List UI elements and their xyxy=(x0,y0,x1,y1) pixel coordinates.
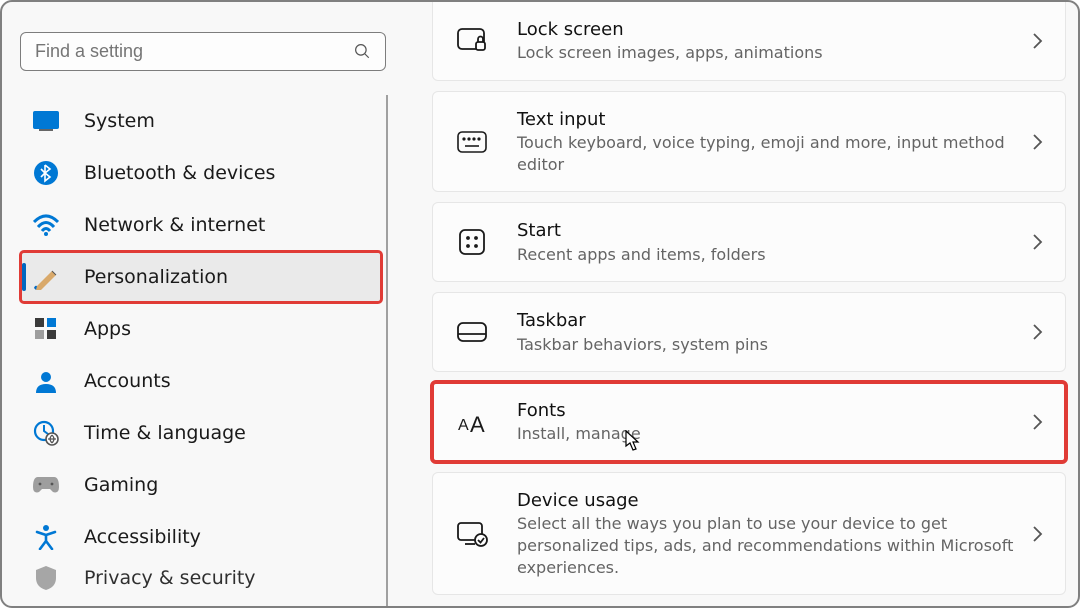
sidebar-item-label: Network & internet xyxy=(84,214,265,236)
card-text: Device usage Select all the ways you pla… xyxy=(517,489,1020,578)
accessibility-icon xyxy=(32,523,60,551)
personalization-icon xyxy=(32,263,60,291)
chevron-right-icon xyxy=(1032,32,1043,50)
sidebar-item-label: Bluetooth & devices xyxy=(84,162,275,184)
sidebar-item-label: Time & language xyxy=(84,422,246,444)
sidebar-item-label: Accessibility xyxy=(84,526,201,548)
settings-content: Lock screen Lock screen images, apps, an… xyxy=(402,2,1078,606)
card-text: Lock screen Lock screen images, apps, an… xyxy=(517,18,1020,64)
card-title: Text input xyxy=(517,108,1020,132)
start-icon xyxy=(455,225,489,259)
card-text: Text input Touch keyboard, voice typing,… xyxy=(517,108,1020,175)
system-icon xyxy=(32,107,60,135)
sidebar-item-label: Apps xyxy=(84,318,131,340)
gaming-icon xyxy=(32,471,60,499)
accounts-icon xyxy=(32,367,60,395)
card-desc: Install, manage xyxy=(517,423,1020,445)
sidebar-item-network[interactable]: Network & internet xyxy=(20,199,382,251)
card-title: Start xyxy=(517,219,1020,243)
text-input-icon xyxy=(455,125,489,159)
chevron-right-icon xyxy=(1032,323,1043,341)
sidebar-item-gaming[interactable]: Gaming xyxy=(20,459,382,511)
settings-window: System Bluetooth & devices Network & int… xyxy=(0,0,1080,608)
lock-screen-icon xyxy=(455,24,489,58)
sidebar-item-system[interactable]: System xyxy=(20,95,382,147)
search-icon xyxy=(353,42,371,60)
card-title: Fonts xyxy=(517,399,1020,423)
sidebar: System Bluetooth & devices Network & int… xyxy=(2,2,402,606)
svg-text:A: A xyxy=(470,412,485,436)
fonts-icon: AA xyxy=(455,405,489,439)
card-start[interactable]: Start Recent apps and items, folders xyxy=(432,202,1066,282)
taskbar-icon xyxy=(455,315,489,349)
device-usage-icon xyxy=(455,517,489,551)
card-text: Taskbar Taskbar behaviors, system pins xyxy=(517,309,1020,355)
card-text: Fonts Install, manage xyxy=(517,399,1020,445)
chevron-right-icon xyxy=(1032,525,1043,543)
card-desc: Lock screen images, apps, animations xyxy=(517,42,1020,64)
network-icon xyxy=(32,211,60,239)
chevron-right-icon xyxy=(1032,233,1043,251)
card-desc: Recent apps and items, folders xyxy=(517,244,1020,266)
privacy-icon xyxy=(32,564,60,592)
card-device-usage[interactable]: Device usage Select all the ways you pla… xyxy=(432,472,1066,595)
apps-icon xyxy=(32,315,60,343)
card-title: Device usage xyxy=(517,489,1020,513)
search-box[interactable] xyxy=(20,32,386,71)
card-desc: Touch keyboard, voice typing, emoji and … xyxy=(517,132,1020,175)
card-fonts[interactable]: AA Fonts Install, manage xyxy=(432,382,1066,462)
card-taskbar[interactable]: Taskbar Taskbar behaviors, system pins xyxy=(432,292,1066,372)
card-desc: Select all the ways you plan to use your… xyxy=(517,513,1020,578)
sidebar-nav: System Bluetooth & devices Network & int… xyxy=(20,95,388,606)
time-language-icon xyxy=(32,419,60,447)
svg-text:A: A xyxy=(458,417,469,434)
sidebar-item-accounts[interactable]: Accounts xyxy=(20,355,382,407)
sidebar-item-time-language[interactable]: Time & language xyxy=(20,407,382,459)
sidebar-item-label: Personalization xyxy=(84,266,228,288)
card-title: Taskbar xyxy=(517,309,1020,333)
sidebar-item-accessibility[interactable]: Accessibility xyxy=(20,511,382,563)
sidebar-item-bluetooth[interactable]: Bluetooth & devices xyxy=(20,147,382,199)
sidebar-item-apps[interactable]: Apps xyxy=(20,303,382,355)
chevron-right-icon xyxy=(1032,413,1043,431)
sidebar-item-personalization[interactable]: Personalization xyxy=(20,251,382,303)
search-input[interactable] xyxy=(35,41,353,62)
card-text-input[interactable]: Text input Touch keyboard, voice typing,… xyxy=(432,91,1066,192)
sidebar-item-label: Accounts xyxy=(84,370,171,392)
sidebar-item-label: Privacy & security xyxy=(84,567,256,589)
bluetooth-icon xyxy=(32,159,60,187)
sidebar-item-label: Gaming xyxy=(84,474,158,496)
card-title: Lock screen xyxy=(517,18,1020,42)
chevron-right-icon xyxy=(1032,133,1043,151)
sidebar-item-privacy[interactable]: Privacy & security xyxy=(20,563,382,593)
card-text: Start Recent apps and items, folders xyxy=(517,219,1020,265)
card-lock-screen[interactable]: Lock screen Lock screen images, apps, an… xyxy=(432,2,1066,81)
card-desc: Taskbar behaviors, system pins xyxy=(517,334,1020,356)
sidebar-item-label: System xyxy=(84,110,155,132)
